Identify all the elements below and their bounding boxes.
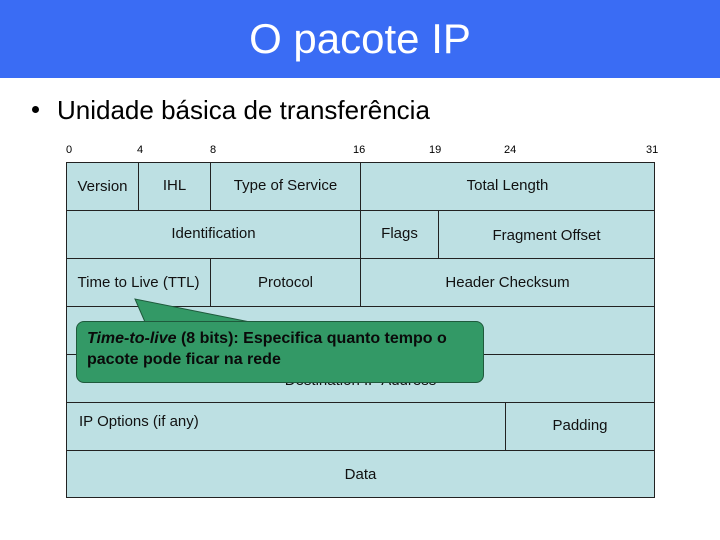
callout-pointer — [134, 298, 251, 323]
ttl-callout: Time-to-live (8 bits): Especifica quanto… — [76, 321, 484, 383]
callout-term: Time-to-live — [87, 330, 177, 347]
